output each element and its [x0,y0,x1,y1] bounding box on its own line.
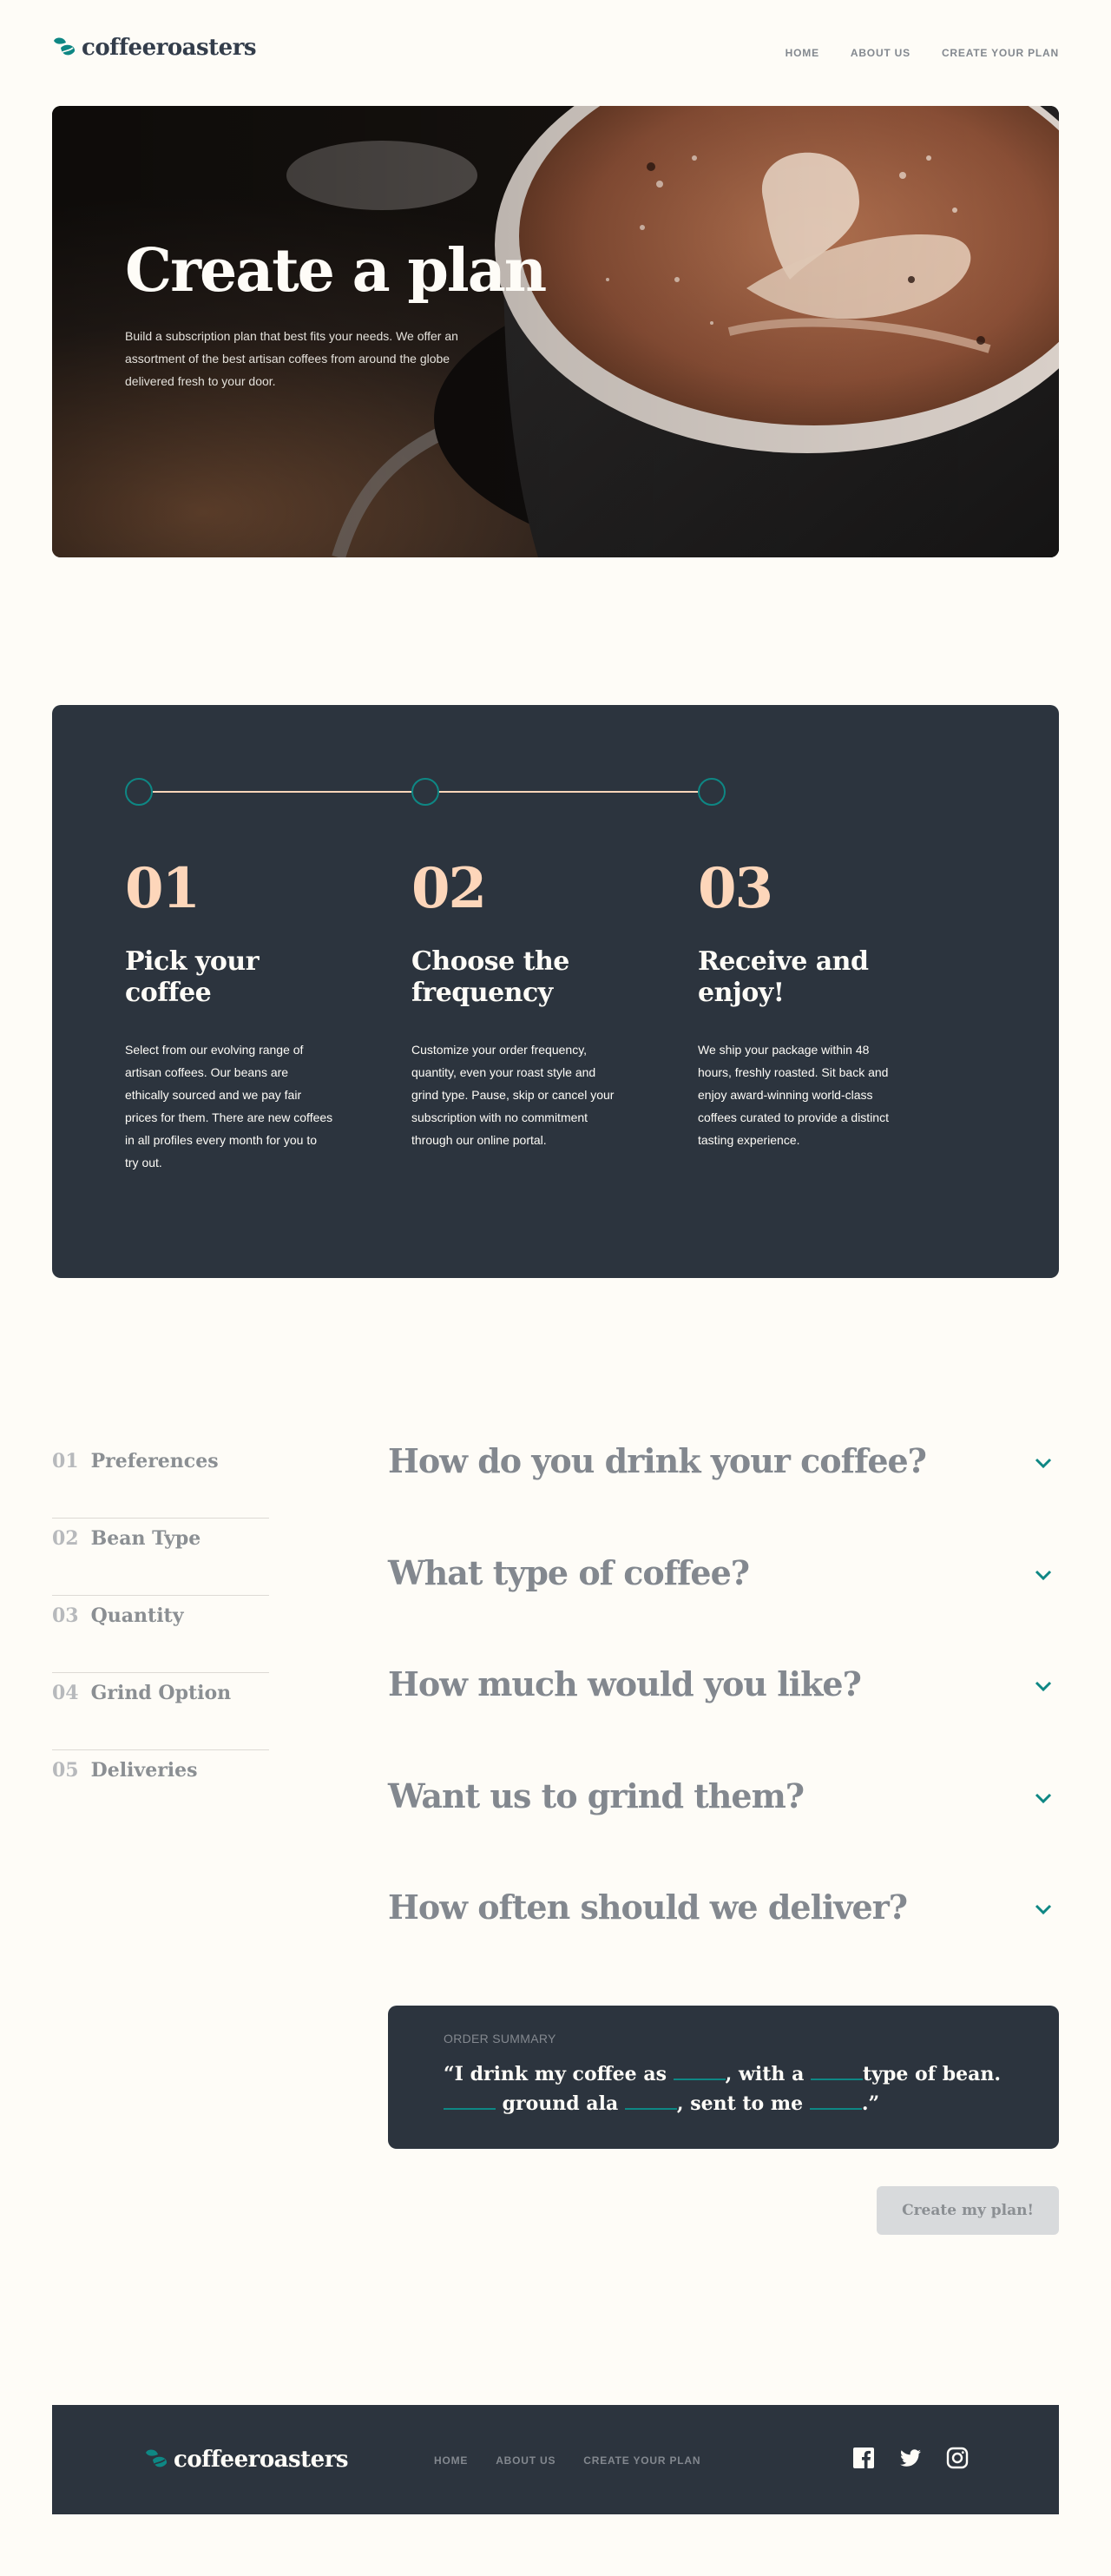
site-footer: coffeeroasters HOME ABOUT US CREATE YOUR… [52,2405,1059,2514]
facebook-icon[interactable] [852,2447,875,2469]
summary-text-part: , with a [725,2063,811,2085]
sidebar-item-label: Grind Option [90,1682,232,1704]
main-nav: HOME ABOUT US CREATE YOUR PLAN [786,47,1059,59]
sidebar-item-label: Preferences [90,1450,219,1472]
summary-text-part: , sent to me [676,2092,810,2115]
question-title: What type of coffee? [388,1552,750,1592]
step-title: Choose the frequency [411,946,569,1008]
summary-text-part: ground ala [496,2092,625,2115]
create-plan-button[interactable]: Create my plan! [877,2186,1059,2235]
footer-brand-logo[interactable]: coffeeroasters [144,2447,349,2473]
question-title: Want us to grind them? [388,1776,805,1815]
sidebar-item-number: 02 [52,1527,79,1550]
footer-nav-home[interactable]: HOME [434,2454,468,2467]
sidebar-item-grind-option[interactable]: 04 Grind Option [52,1673,269,1750]
sidebar-item-label: Deliveries [90,1759,198,1782]
footer-nav-about[interactable]: ABOUT US [496,2454,556,2467]
brand-name: coffeeroasters [82,35,257,61]
nav-about[interactable]: ABOUT US [851,47,910,59]
timeline-dot-3 [698,778,726,806]
brand-name: coffeeroasters [174,2447,349,2473]
sidebar-item-number: 03 [52,1604,79,1627]
sidebar-item-quantity[interactable]: 03 Quantity [52,1596,269,1673]
sidebar-item-deliveries[interactable]: 05 Deliveries [52,1750,269,1828]
chevron-down-icon[interactable] [1035,1569,1052,1581]
order-summary: ORDER SUMMARY “I drink my coffee as , wi… [388,2006,1059,2149]
step-description: We ship your package within 48 hours, fr… [698,1043,889,1147]
step-2: 02 Choose the frequency Customize your o… [411,861,628,1151]
sidebar-item-preferences[interactable]: 01 Preferences [52,1441,269,1519]
coffee-beans-icon [54,37,76,56]
step-number: 01 [125,856,201,921]
sidebar-item-bean-type[interactable]: 02 Bean Type [52,1519,269,1596]
steps-timeline [125,777,726,807]
summary-blank-grind [624,2092,677,2110]
summary-blank-quantity [444,2092,496,2110]
nav-home[interactable]: HOME [786,47,819,59]
brand-logo[interactable]: coffeeroasters [52,35,257,61]
question-title: How do you drink your coffee? [388,1441,927,1480]
chevron-down-icon[interactable] [1035,1680,1052,1692]
instagram-icon[interactable] [946,2447,969,2469]
site-header: coffeeroasters HOME ABOUT US CREATE YOUR… [52,35,1059,69]
sidebar-item-number: 01 [52,1450,79,1472]
sidebar-item-label: Bean Type [90,1527,201,1550]
sidebar-item-number: 04 [52,1682,79,1704]
question-title: How often should we deliver? [388,1888,908,1927]
plan-questions: How do you drink your coffee? What type … [388,1441,1059,2000]
question-quantity[interactable]: How much would you like? [388,1664,1059,1776]
order-summary-label: ORDER SUMMARY [444,2032,556,2046]
footer-nav: HOME ABOUT US CREATE YOUR PLAN [434,2454,700,2467]
timeline-dot-1 [125,778,153,806]
footer-nav-create-plan[interactable]: CREATE YOUR PLAN [583,2454,700,2467]
twitter-icon[interactable] [899,2447,922,2469]
step-1: 01 Pick your coffee Select from our evol… [125,861,342,1174]
summary-blank-bean-type [811,2063,863,2080]
coffee-beans-icon [146,2449,168,2467]
social-links [852,2447,969,2469]
nav-create-plan[interactable]: CREATE YOUR PLAN [942,47,1059,59]
summary-text-part: type of bean. [863,2063,1002,2085]
hero-description: Build a subscription plan that best fits… [125,329,458,388]
timeline-dot-2 [411,778,439,806]
summary-text-part: “I drink my coffee as [444,2063,674,2085]
plan-steps-sidebar: 01 Preferences 02 Bean Type 03 Quantity … [52,1441,269,1828]
step-3: 03 Receive and enjoy! We ship your packa… [698,861,915,1151]
question-preferences[interactable]: How do you drink your coffee? [388,1441,1059,1553]
question-deliveries[interactable]: How often should we deliver? [388,1888,1059,2000]
question-bean-type[interactable]: What type of coffee? [388,1553,1059,1665]
order-summary-text: “I drink my coffee as , with a type of b… [444,2059,1003,2118]
chevron-down-icon[interactable] [1035,1792,1052,1804]
summary-text-part: .” [861,2092,880,2115]
step-number: 02 [411,856,487,921]
chevron-down-icon[interactable] [1035,1457,1052,1469]
question-grind-option[interactable]: Want us to grind them? [388,1776,1059,1888]
step-title: Receive and enjoy! [698,946,869,1008]
summary-blank-delivery [809,2092,862,2110]
step-title: Pick your coffee [125,946,260,1008]
step-number: 03 [698,856,773,921]
question-title: How much would you like? [388,1664,862,1703]
step-description: Customize your order frequency, quantity… [411,1043,615,1147]
sidebar-item-number: 05 [52,1759,79,1782]
hero-title: Create a plan [125,236,547,306]
summary-blank-preference [673,2063,726,2080]
hero-section: Create a plan Build a subscription plan … [52,106,1059,557]
chevron-down-icon[interactable] [1035,1903,1052,1915]
step-description: Select from our evolving range of artisa… [125,1043,333,1169]
how-it-works-section: 01 Pick your coffee Select from our evol… [52,705,1059,1278]
sidebar-item-label: Quantity [90,1604,184,1627]
